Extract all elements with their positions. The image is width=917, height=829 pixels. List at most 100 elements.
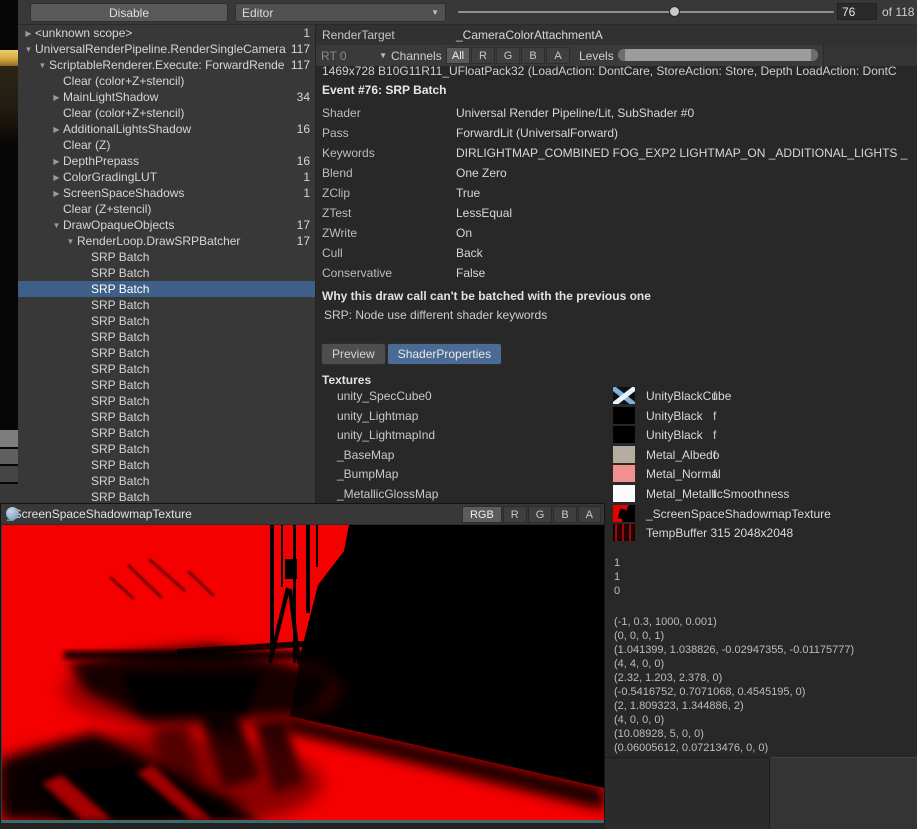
chevron-down-icon[interactable]: ▼ [64, 237, 77, 246]
background-panel [605, 757, 769, 829]
texture-property-name: _BumpMap [337, 467, 398, 481]
texture-thumb-black[interactable] [613, 426, 635, 443]
texture-thumb-smoothness[interactable] [613, 485, 635, 502]
chevron-right-icon[interactable]: ▶ [50, 173, 63, 182]
tree-row[interactable]: SRP Batch [18, 297, 315, 313]
tree-row[interactable]: ▶AdditionalLightsShadow16 [18, 121, 315, 137]
chevron-right-icon[interactable]: ▶ [50, 93, 63, 102]
vector-value: (2, 1.809323, 1.344886, 2) [614, 699, 854, 713]
chevron-right-icon[interactable]: ▶ [50, 157, 63, 166]
channel-button-r[interactable]: R [471, 47, 495, 64]
tree-row[interactable]: SRP Batch [18, 425, 315, 441]
chevron-down-icon[interactable]: ▼ [22, 45, 35, 54]
vector-value: (1.041399, 1.038826, -0.02947355, -0.011… [614, 643, 854, 657]
texture-thumb-black[interactable] [613, 407, 635, 424]
tree-row[interactable]: ▶ScreenSpaceShadows1 [18, 185, 315, 201]
channel-button-a[interactable]: A [546, 47, 570, 64]
preview-channel-button-rgb[interactable]: RGB [462, 506, 502, 523]
tree-row[interactable]: SRP Batch [18, 441, 315, 457]
disable-button[interactable]: Disable [30, 3, 228, 22]
levels-slider[interactable] [618, 49, 818, 61]
channel-button-all[interactable]: All [446, 47, 470, 64]
property-value: True [456, 186, 917, 200]
tree-row[interactable]: ▶<unknown scope>1 [18, 25, 315, 41]
event-slider[interactable] [458, 11, 834, 13]
tree-row[interactable]: SRP Batch [18, 377, 315, 393]
tree-row[interactable]: SRP Batch [18, 329, 315, 345]
property-label: Cull [316, 246, 456, 260]
tree-item-label: SRP Batch [91, 394, 310, 408]
background-panel-fragment [0, 466, 18, 482]
property-value: LessEqual [456, 206, 917, 220]
tree-item-label: SRP Batch [91, 266, 310, 280]
texture-thumb-normal[interactable] [613, 465, 635, 482]
property-row: ShaderUniversal Render Pipeline/Lit, Sub… [316, 103, 917, 123]
tree-row[interactable]: ▼RenderLoop.DrawSRPBatcher17 [18, 233, 315, 249]
tree-row[interactable]: SRP Batch [18, 361, 315, 377]
preview-channel-button-r[interactable]: R [503, 506, 527, 523]
preview-resize-edge[interactable] [1, 820, 604, 823]
tree-item-count: 1 [303, 186, 315, 200]
tree-item-label: SRP Batch [91, 314, 310, 328]
property-row: KeywordsDIRLIGHTMAP_COMBINED FOG_EXP2 LI… [316, 143, 917, 163]
background-panel-fragment [0, 449, 18, 464]
tree-row[interactable]: SRP Batch [18, 457, 315, 473]
tree-row[interactable]: SRP Batch [18, 393, 315, 409]
channel-button-b[interactable]: B [521, 47, 545, 64]
tree-row[interactable]: ▼UniversalRenderPipeline.RenderSingleCam… [18, 41, 315, 57]
texture-preview-window: _ScreenSpaceShadowmapTexture RGBRGBA [0, 503, 605, 823]
tree-row[interactable]: SRP Batch [18, 473, 315, 489]
event-slider-handle[interactable] [669, 6, 680, 17]
chevron-down-icon[interactable]: ▼ [36, 61, 49, 70]
scalar-values: 110 [614, 556, 854, 598]
tree-row[interactable]: Clear (Z) [18, 137, 315, 153]
channel-button-g[interactable]: G [496, 47, 520, 64]
texture-thumb-tempbuffer[interactable] [613, 524, 635, 541]
tree-row[interactable]: Clear (Z+stencil) [18, 201, 315, 217]
preview-channel-button-b[interactable]: B [553, 506, 576, 523]
tree-row[interactable]: ▶MainLightShadow34 [18, 89, 315, 105]
tab-preview[interactable]: Preview [321, 343, 386, 365]
tree-item-label: SRP Batch [91, 250, 310, 264]
tree-row[interactable]: Clear (color+Z+stencil) [18, 105, 315, 121]
tree-row[interactable]: ▼DrawOpaqueObjects17 [18, 217, 315, 233]
chevron-right-icon[interactable]: ▶ [50, 125, 63, 134]
tree-row[interactable]: SRP Batch [18, 265, 315, 281]
target-dropdown[interactable]: Editor ▼ [235, 3, 446, 22]
chevron-right-icon[interactable]: ▶ [50, 189, 63, 198]
event-tree: ▶<unknown scope>1▼UniversalRenderPipelin… [18, 25, 315, 505]
rt-index-dropdown[interactable]: RT 0 ▼ [321, 47, 387, 64]
render-target-value: _CameraColorAttachmentA [456, 28, 603, 42]
tree-item-label: Clear (color+Z+stencil) [63, 106, 310, 120]
tree-item-label: SRP Batch [91, 298, 310, 312]
tree-item-label: Clear (color+Z+stencil) [63, 74, 310, 88]
tree-item-label: DepthPrepass [63, 154, 297, 168]
texture-thumb-shadowmap[interactable] [613, 505, 635, 522]
tree-row[interactable]: ▶DepthPrepass16 [18, 153, 315, 169]
chevron-down-icon[interactable]: ▼ [50, 221, 63, 230]
preview-channel-button-g[interactable]: G [528, 506, 553, 523]
chevron-down-icon: ▼ [379, 51, 387, 60]
tree-row[interactable]: SRP Batch [18, 409, 315, 425]
tree-item-label: SRP Batch [91, 490, 310, 504]
tree-row[interactable]: ▼ScriptableRenderer.Execute: ForwardRend… [18, 57, 315, 73]
texture-thumb-albedo[interactable] [613, 446, 635, 463]
tab-shaderproperties[interactable]: ShaderProperties [387, 343, 502, 365]
property-label: Blend [316, 166, 456, 180]
tree-row[interactable]: ▶ColorGradingLUT1 [18, 169, 315, 185]
preview-channel-button-a[interactable]: A [578, 506, 601, 523]
property-value: On [456, 226, 917, 240]
tree-row[interactable]: SRP Batch [18, 345, 315, 361]
tree-row[interactable]: SRP Batch [18, 249, 315, 265]
event-number-input[interactable]: 76 [837, 3, 877, 20]
texture-asset-name: _ScreenSpaceShadowmapTexture [646, 507, 831, 521]
tree-row[interactable]: SRP Batch [18, 281, 315, 297]
preview-title-bar[interactable]: _ScreenSpaceShadowmapTexture RGBRGBA [1, 504, 604, 525]
texture-thumb-cube[interactable] [613, 387, 635, 404]
chevron-right-icon[interactable]: ▶ [22, 29, 35, 38]
shader-properties-list: ShaderUniversal Render Pipeline/Lit, Sub… [316, 103, 917, 283]
scalar-value: 0 [614, 584, 854, 598]
tree-row[interactable]: SRP Batch [18, 313, 315, 329]
tree-item-count: 117 [291, 42, 315, 56]
tree-row[interactable]: Clear (color+Z+stencil) [18, 73, 315, 89]
